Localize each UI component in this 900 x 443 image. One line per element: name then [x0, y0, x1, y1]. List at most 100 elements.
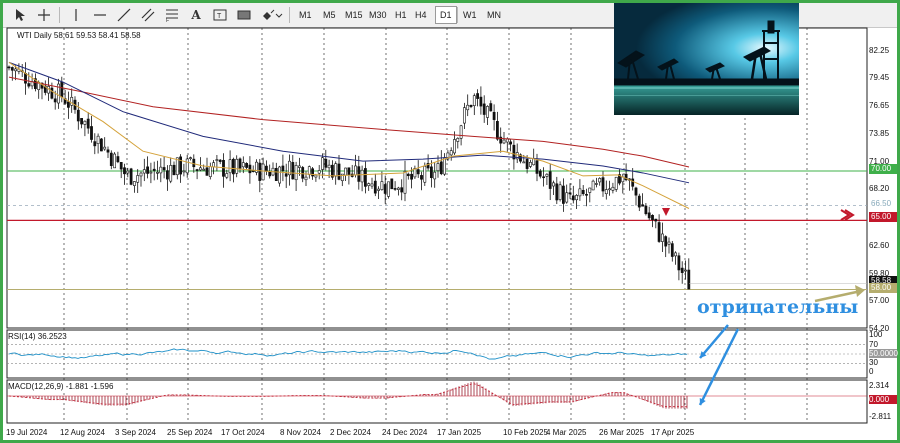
candle-body: [420, 175, 423, 180]
candle-body: [439, 161, 443, 175]
candle-body: [538, 170, 542, 177]
candle-body: [591, 180, 595, 191]
rsi-title: RSI(14) 36.2523: [8, 332, 67, 341]
candle-body: [133, 181, 136, 186]
candle-body: [324, 158, 328, 168]
candle-body: [535, 160, 539, 174]
candle-body: [294, 165, 298, 181]
date-tick: 8 Nov 2024: [280, 428, 321, 437]
macd-tick: -2.811: [869, 412, 892, 421]
candle-body: [274, 167, 278, 181]
candle-body: [542, 176, 546, 179]
candle-body: [502, 139, 506, 144]
candle-body: [604, 189, 608, 195]
candle-body: [50, 87, 54, 99]
candle-body: [116, 156, 120, 163]
candle-body: [291, 162, 295, 180]
candle-body: [406, 173, 410, 177]
candle-body: [232, 158, 235, 175]
candle-body: [495, 121, 499, 140]
candle-body: [83, 120, 87, 125]
date-tick: 3 Sep 2024: [115, 428, 156, 437]
candle-body: [601, 177, 605, 192]
candle-body: [96, 135, 100, 144]
price-box-red: 65.00: [869, 212, 897, 222]
candle-body: [449, 150, 453, 156]
candle-body: [588, 187, 592, 193]
candle-body: [248, 164, 252, 174]
candle-body: [684, 269, 687, 272]
candle-body: [123, 167, 126, 175]
candle-body: [90, 126, 93, 140]
candle-body: [664, 236, 668, 247]
candle-body: [466, 104, 470, 111]
candle-body: [396, 187, 400, 190]
candle-body: [479, 96, 483, 107]
date-tick: 17 Apr 2025: [651, 428, 695, 437]
candle-body: [106, 149, 110, 153]
candle-body: [667, 241, 671, 245]
price-tick: 57.00: [869, 296, 890, 305]
candle-body: [93, 141, 97, 147]
candle-body: [100, 138, 103, 152]
candle-body: [321, 157, 324, 170]
candle-body: [416, 169, 420, 175]
candle-body: [139, 172, 143, 177]
candle-body: [304, 176, 308, 181]
candle-body: [113, 153, 117, 169]
candle-body: [142, 169, 146, 174]
candle-body: [235, 158, 239, 174]
candle-body: [258, 162, 262, 181]
candle-body: [637, 195, 641, 208]
macd-tick: 0.000: [869, 395, 897, 404]
candle-body: [555, 183, 559, 201]
date-tick: 2 Dec 2024: [330, 428, 371, 437]
candle-body: [179, 156, 183, 175]
candle-body: [565, 192, 569, 203]
candle-body: [136, 175, 140, 183]
price-tick: 76.65: [869, 101, 890, 110]
candle-body: [443, 157, 447, 175]
date-tick: 26 Mar 2025: [599, 428, 644, 437]
candle-body: [245, 163, 249, 168]
candle-body: [433, 171, 437, 180]
price-tick: 68.20: [869, 184, 890, 193]
price-box-light: 66.50: [869, 199, 897, 209]
candle-body: [657, 222, 661, 242]
candle-body: [581, 190, 585, 195]
candle-body: [482, 103, 486, 115]
macd-title: MACD(12,26,9) -1.881 -1.596: [8, 382, 114, 391]
candle-body: [284, 173, 288, 177]
candle-body: [67, 101, 70, 108]
oil-pumpjack-photo: [614, 3, 799, 115]
candle-body: [156, 171, 159, 174]
candle-body: [172, 164, 176, 176]
candle-body: [182, 170, 186, 173]
rsi-tick: 100: [869, 330, 883, 339]
date-tick: 17 Jan 2025: [437, 428, 482, 437]
candle-body: [472, 95, 476, 106]
candle-body: [129, 168, 133, 185]
candle-body: [410, 173, 414, 180]
annotation-text: отрицательны: [697, 296, 859, 318]
date-tick: 25 Sep 2024: [167, 428, 213, 437]
candle-body: [149, 171, 153, 174]
candle-body: [60, 81, 64, 98]
candle-body: [185, 158, 189, 174]
terminal-window: F A T M1 M5 M15 M30 H1 H4 D1 W1 MN WTI Daily 58.…: [3, 3, 898, 440]
candle-body: [489, 103, 493, 112]
candle-body: [344, 167, 348, 176]
candle-body: [307, 166, 311, 175]
macd-tick: 2.314: [869, 381, 890, 390]
candle-body: [76, 109, 80, 122]
candle-body: [594, 183, 598, 185]
candle-body: [80, 118, 84, 125]
candle-body: [575, 195, 579, 201]
candle-body: [297, 165, 301, 168]
candle-body: [225, 173, 229, 178]
candle-body: [651, 214, 654, 220]
date-tick: 10 Feb 2025: [503, 428, 548, 437]
candle-body: [367, 183, 371, 186]
candle-body: [281, 165, 285, 172]
candle-body: [126, 170, 130, 174]
